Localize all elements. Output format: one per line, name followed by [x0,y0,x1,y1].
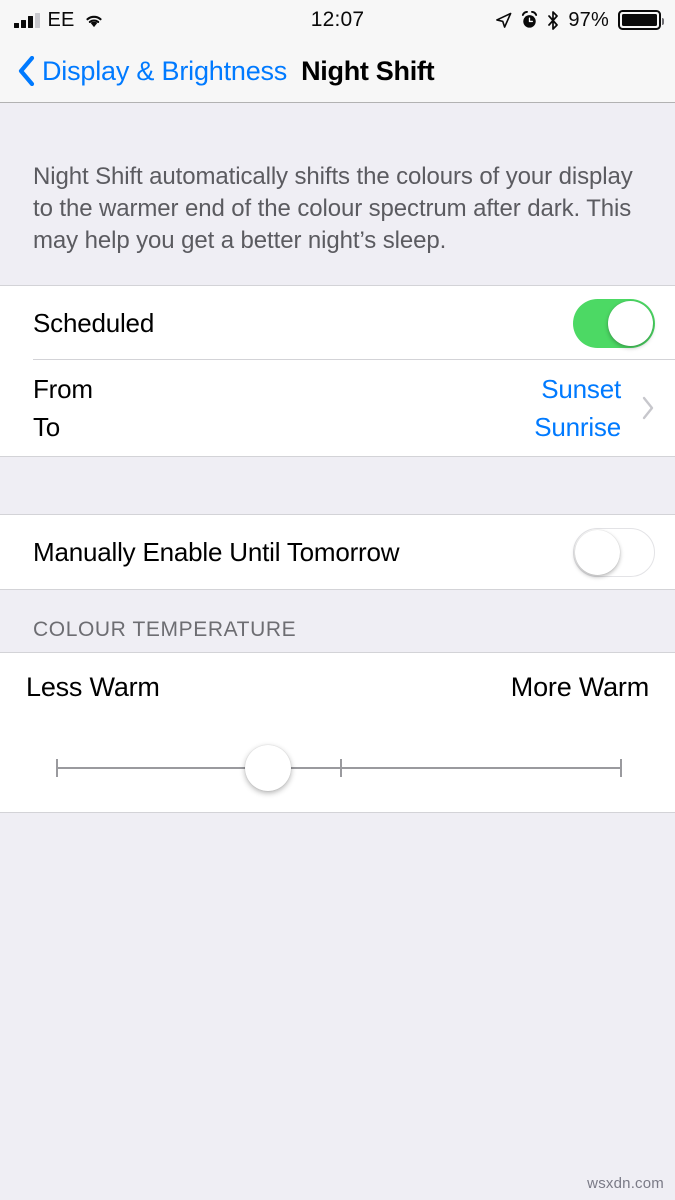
row-manual-enable[interactable]: Manually Enable Until Tomorrow [0,515,675,589]
status-bar-left: EE [14,10,105,31]
carrier-label: EE [47,8,75,31]
location-arrow-icon [496,12,512,28]
watermark: wsxdn.com [587,1175,664,1192]
schedule-values: Sunset Sunrise [534,372,621,444]
signal-bars-icon [14,12,40,28]
more-warm-label: More Warm [510,672,649,702]
status-bar-right: 97% [495,8,664,32]
alarm-clock-icon [522,11,538,28]
slider-mid-tick [340,759,343,777]
status-bar: EE 12:07 97% [0,0,675,40]
manual-enable-toggle-knob [575,529,620,575]
slider-endpoint-labels: Less Warm More Warm [0,653,675,703]
to-label: To [33,412,61,442]
less-warm-label: Less Warm [26,672,160,702]
back-button[interactable]: Display & Brightness [18,56,287,87]
row-scheduled[interactable]: Scheduled [0,286,675,360]
scheduled-toggle-knob [608,300,653,346]
slider-track [56,767,622,769]
row-schedule-times[interactable]: From To Sunset Sunrise [0,360,675,456]
battery-percentage-label: 97% [568,8,609,31]
chevron-right-icon [642,396,654,420]
schedule-labels: From To [33,372,93,444]
bluetooth-icon [548,10,559,30]
wifi-icon [85,15,102,27]
colour-temperature-card: Less Warm More Warm [0,652,675,813]
manual-enable-card: Manually Enable Until Tomorrow [0,514,675,590]
slider-thumb[interactable] [245,745,292,791]
section-gap-1 [0,457,675,514]
intro-description-block: Night Shift automatically shifts the col… [0,103,675,285]
battery-icon [618,10,664,30]
to-value: Sunrise [534,412,621,442]
colour-temperature-slider[interactable] [56,745,622,791]
page-title: Night Shift [301,55,435,86]
manual-enable-label: Manually Enable Until Tomorrow [33,536,400,567]
from-value: Sunset [541,374,621,404]
slider-max-tick [620,759,622,777]
scheduled-label: Scheduled [33,307,155,338]
from-label: From [33,374,93,404]
back-button-label: Display & Brightness [42,55,288,86]
scheduled-toggle[interactable] [573,298,655,348]
navigation-bar: Display & Brightness Night Shift [0,40,675,103]
schedule-card: Scheduled From To Sunset Sunrise [0,285,675,457]
manual-enable-toggle[interactable] [573,527,655,577]
settings-content: Night Shift automatically shifts the col… [0,103,675,813]
colour-temperature-header-label: COLOUR TEMPERATURE [33,618,297,641]
intro-description-text: Night Shift automatically shifts the col… [33,163,633,254]
colour-temperature-header: COLOUR TEMPERATURE [0,590,675,652]
chevron-left-icon [18,56,35,86]
slider-min-tick [56,759,58,777]
